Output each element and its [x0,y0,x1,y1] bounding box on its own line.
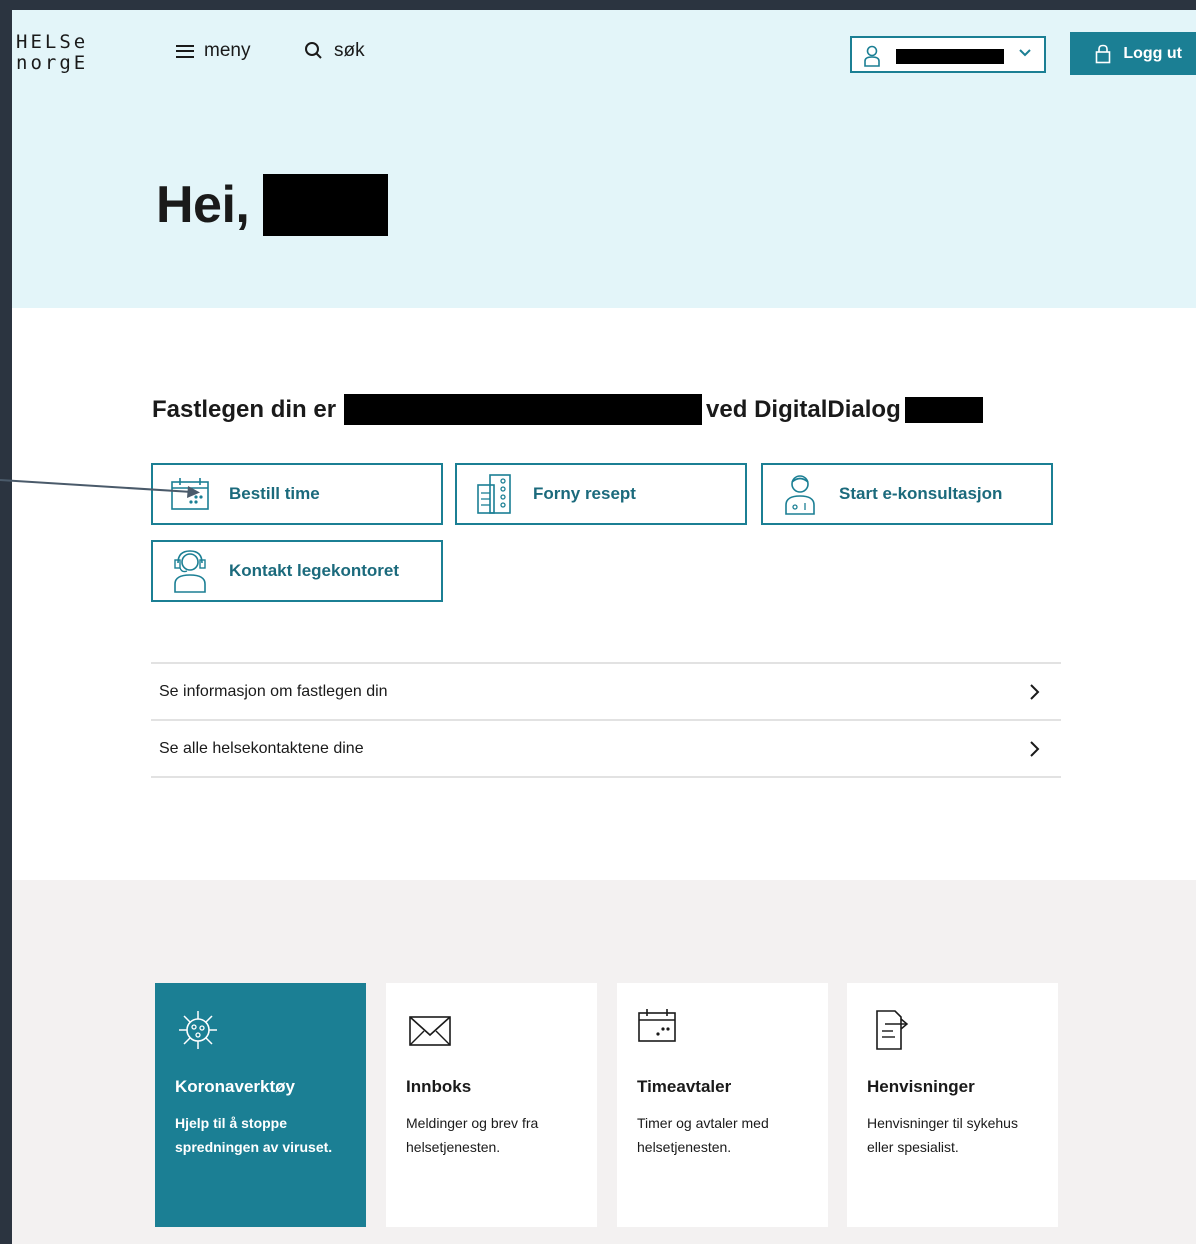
book-appointment-label: Bestill time [229,484,320,503]
tile-referrals-title: Henvisninger [867,1077,975,1096]
tile-corona-title: Koronaverktøy [175,1077,295,1096]
headset-person-icon [174,550,206,593]
link-health-contacts-label: Se alle helsekontaktene dine [159,739,364,757]
tile-inbox-desc: Meldinger og brev fra helsetjenesten. [406,1115,539,1155]
helsenorge-logo[interactable]: HELSe norgE [16,32,88,74]
pill-pack-icon [477,474,511,514]
link-list: Se informasjon om fastlegen din Se alle … [151,662,1061,778]
menu-button[interactable]: meny [176,40,250,62]
logout-label: Logg ut [1123,44,1182,62]
chevron-right-icon [1030,740,1040,757]
link-gp-info-label: Se informasjon om fastlegen din [159,682,388,700]
link-gp-info[interactable]: Se informasjon om fastlegen din [151,664,1061,721]
redacted-first-name [263,174,389,236]
logo-top-text: HELSe [16,31,89,53]
menu-label: meny [204,40,251,61]
annotation-arrow [0,479,200,498]
tile-appointments-desc: Timer og avtaler med helsetjenesten. [637,1115,769,1155]
contact-office-button[interactable]: Kontakt legekontoret [151,540,443,602]
tile-inbox-title: Innboks [406,1077,472,1096]
gp-heading-prefix: Fastlegen din er [152,395,337,423]
redacted-gp-name [344,394,703,425]
calendar-icon [638,1009,676,1042]
hero-section: HELSe norgE meny søk Logg ut Hei, [12,10,1196,308]
services-section: Koronaverktøy Hjelp til å stoppe spredni… [12,880,1196,1244]
chevron-right-icon [1030,683,1040,700]
redacted-office-name [904,396,983,423]
greeting-text: Hei, [156,176,250,234]
doctor-icon [785,475,815,515]
virus-icon [179,1011,217,1049]
user-dropdown[interactable] [850,36,1046,73]
envelope-icon [409,1016,451,1046]
tile-referrals[interactable]: Henvisninger Henvisninger til sykehus el… [847,983,1058,1227]
hamburger-icon [176,44,194,58]
tile-appointments[interactable]: Timeavtaler Timer og avtaler med helsetj… [617,983,828,1227]
renew-prescription-button[interactable]: Forny resept [455,463,747,525]
document-arrow-icon [876,1010,909,1050]
greeting-heading: Hei, [156,174,389,236]
tile-appointments-title: Timeavtaler [637,1077,732,1096]
logout-button[interactable]: Logg ut [1070,32,1196,75]
chevron-down-icon [1019,49,1031,57]
search-icon [305,42,322,59]
link-health-contacts[interactable]: Se alle helsekontaktene dine [151,721,1061,778]
redacted-user-name [896,49,1004,64]
start-e-consultation-button[interactable]: Start e-konsultasjon [761,463,1053,525]
contact-office-label: Kontakt legekontoret [229,561,400,580]
page: HELSe norgE meny søk Logg ut Hei, Fastle… [12,10,1196,1244]
start-e-consultation-label: Start e-konsultasjon [839,484,1003,503]
person-icon [864,45,880,67]
tile-inbox[interactable]: Innboks Meldinger og brev fra helsetjene… [386,983,597,1227]
gp-heading-middle: ved DigitalDialog [706,395,901,423]
logo-bottom-text: norgE [16,52,89,74]
tile-referrals-desc: Henvisninger til sykehus eller spesialis… [867,1115,1018,1155]
lock-icon [1096,44,1111,63]
renew-prescription-label: Forny resept [533,484,636,503]
search-label: søk [334,40,365,61]
search-button[interactable]: søk [304,40,365,62]
tile-corona-tools[interactable]: Koronaverktøy Hjelp til å stoppe spredni… [155,983,366,1227]
tile-corona-desc: Hjelp til å stoppe spredningen av viruse… [175,1115,333,1155]
gp-heading: Fastlegen din er ved DigitalDialog [152,394,983,425]
